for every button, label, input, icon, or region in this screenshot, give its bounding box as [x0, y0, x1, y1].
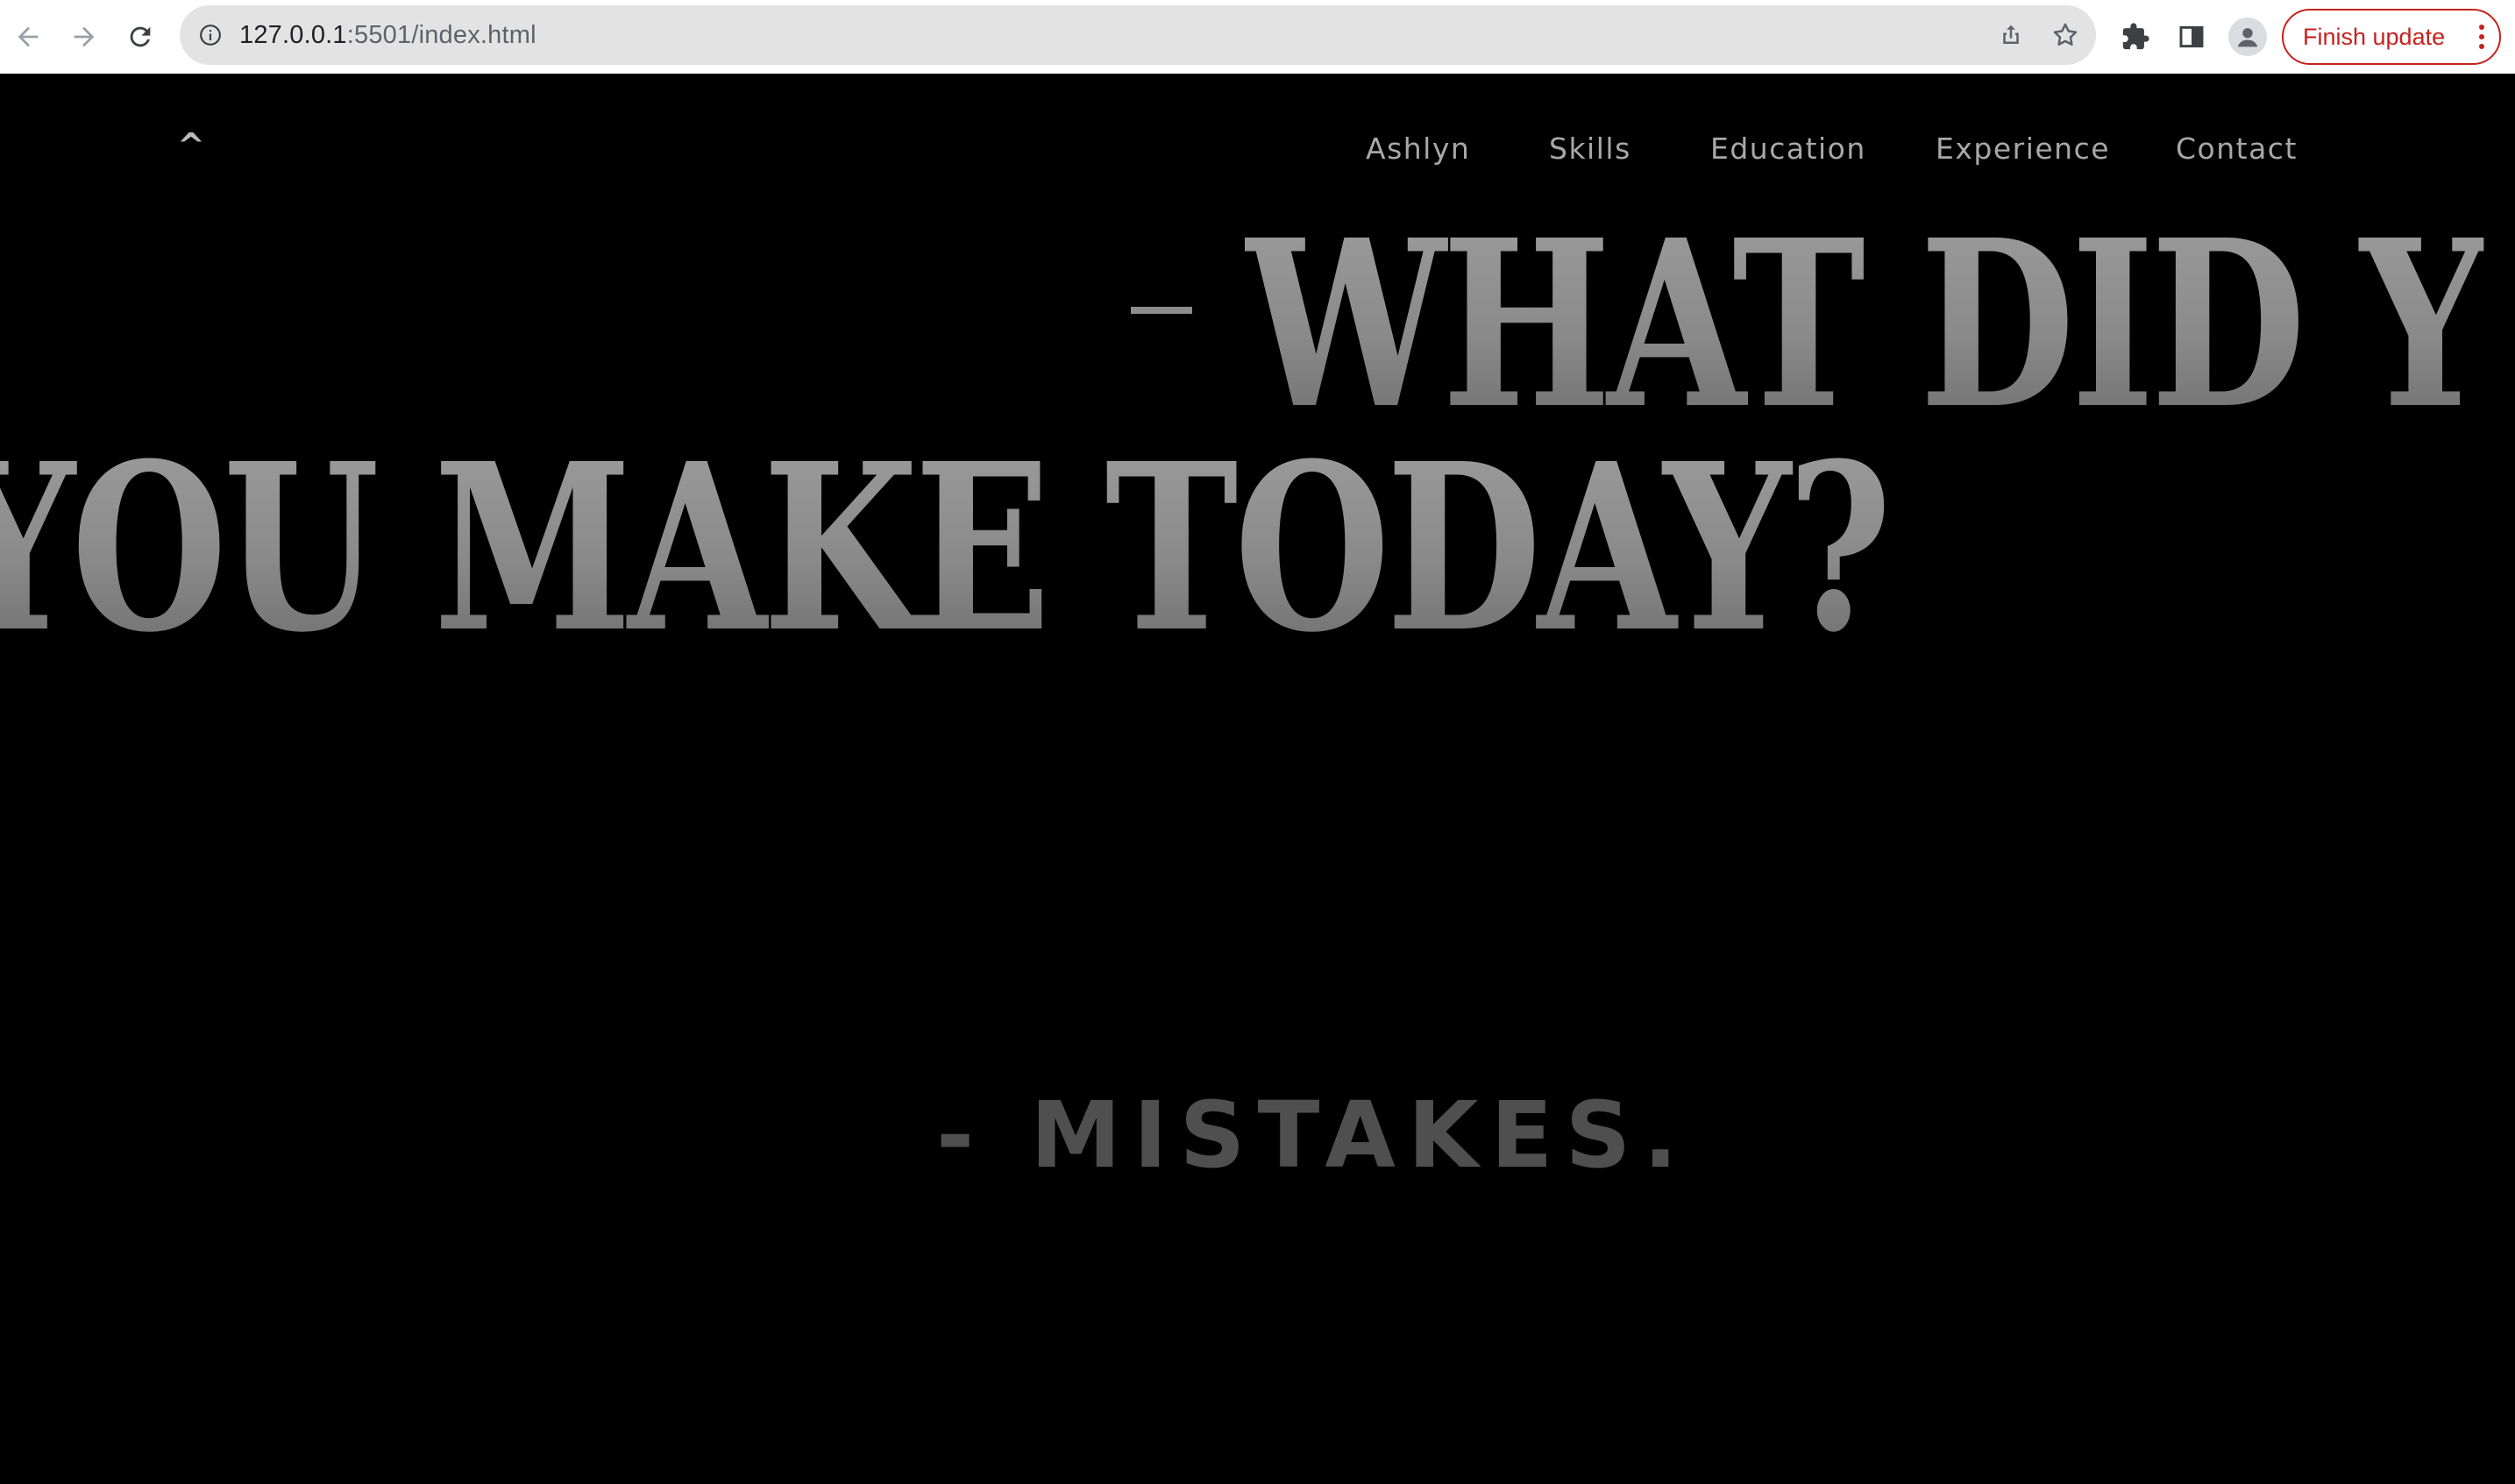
url-host: 127.0.0.1: [239, 21, 347, 49]
browser-toolbar: 127.0.0.1:5501/index.html Finish update: [0, 0, 2515, 74]
person-icon: [2237, 28, 2258, 47]
headline-dash: [1131, 307, 1192, 314]
more-vert-icon: [2479, 25, 2484, 49]
forward-button[interactable]: [61, 14, 107, 60]
nav-link-education[interactable]: Education: [1710, 131, 1866, 166]
answer-text: - MISTAKES.: [936, 1082, 1690, 1189]
side-panel-icon: [2179, 25, 2204, 48]
info-icon[interactable]: [199, 24, 222, 46]
url-path: :5501/index.html: [346, 21, 536, 49]
puzzle-icon: [2122, 23, 2149, 50]
finish-update-button[interactable]: Finish update: [2282, 9, 2501, 65]
bookmark-star-icon[interactable]: [2050, 20, 2080, 50]
reload-button[interactable]: [117, 14, 163, 60]
headline-line-1: WHAT DID Y: [1245, 189, 2488, 459]
extensions-button[interactable]: [2118, 19, 2153, 54]
scroll-top-link[interactable]: ^: [177, 126, 205, 165]
reload-icon: [130, 26, 151, 47]
arrow-left-icon: [18, 26, 39, 47]
arrow-right-icon: [74, 26, 95, 47]
back-button[interactable]: [5, 14, 51, 60]
nav-link-experience[interactable]: Experience: [1936, 131, 2110, 166]
finish-update-label: Finish update: [2303, 24, 2446, 50]
share-icon[interactable]: [1998, 22, 2024, 48]
page-viewport: ^ Ashlyn Skills Education Experience Con…: [0, 74, 2515, 1484]
nav-link-skills[interactable]: Skills: [1549, 131, 1631, 166]
headline-line-2: YOU MAKE TODAY?: [0, 433, 1892, 663]
url-text[interactable]: 127.0.0.1:5501/index.html: [239, 5, 536, 65]
nav-link-contact[interactable]: Contact: [2176, 131, 2298, 166]
side-panel-button[interactable]: [2174, 19, 2209, 54]
nav-link-ashlyn[interactable]: Ashlyn: [1366, 131, 1470, 166]
address-bar[interactable]: 127.0.0.1:5501/index.html: [180, 5, 2096, 65]
profile-avatar[interactable]: [2228, 18, 2267, 56]
